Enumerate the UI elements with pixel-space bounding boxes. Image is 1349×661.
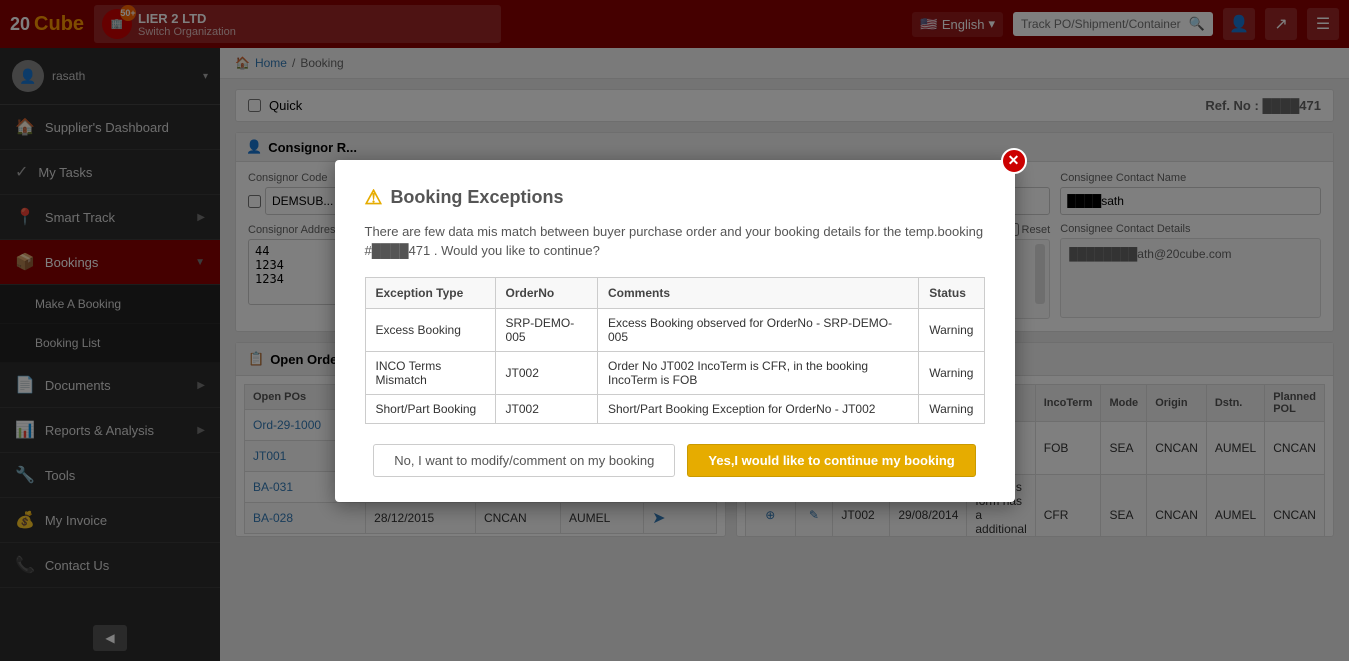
exception-order-no: SRP-DEMO-005 [495,308,597,351]
exception-order-no: JT002 [495,351,597,394]
modal-col-type: Exception Type [365,277,495,308]
exception-status: Warning [919,351,984,394]
modal-overlay: ✕ ⚠ Booking Exceptions There are few dat… [0,0,1349,661]
warning-icon: ⚠ [365,185,383,210]
modal-col-status: Status [919,277,984,308]
exception-comments: Short/Part Booking Exception for OrderNo… [598,394,919,423]
modal-actions: No, I want to modify/comment on my booki… [365,444,985,477]
modal-exceptions-table: Exception Type OrderNo Comments Status E… [365,277,985,424]
exception-type: Excess Booking [365,308,495,351]
modal-exception-row: INCO Terms Mismatch JT002 Order No JT002… [365,351,984,394]
modal-close-button[interactable]: ✕ [1001,148,1027,174]
exception-type: Short/Part Booking [365,394,495,423]
modal-body: There are few data mis match between buy… [365,222,985,261]
exception-status: Warning [919,394,984,423]
modal-title: ⚠ Booking Exceptions [365,185,985,210]
exception-comments: Excess Booking observed for OrderNo - SR… [598,308,919,351]
confirm-booking-button[interactable]: Yes,I would like to continue my booking [687,444,975,477]
modal-exception-row: Short/Part Booking JT002 Short/Part Book… [365,394,984,423]
cancel-booking-button[interactable]: No, I want to modify/comment on my booki… [373,444,675,477]
modal-col-comments: Comments [598,277,919,308]
exception-status: Warning [919,308,984,351]
exception-order-no: JT002 [495,394,597,423]
booking-exceptions-modal: ✕ ⚠ Booking Exceptions There are few dat… [335,160,1015,502]
modal-exception-row: Excess Booking SRP-DEMO-005 Excess Booki… [365,308,984,351]
modal-col-order: OrderNo [495,277,597,308]
exception-comments: Order No JT002 IncoTerm is CFR, in the b… [598,351,919,394]
exception-type: INCO Terms Mismatch [365,351,495,394]
